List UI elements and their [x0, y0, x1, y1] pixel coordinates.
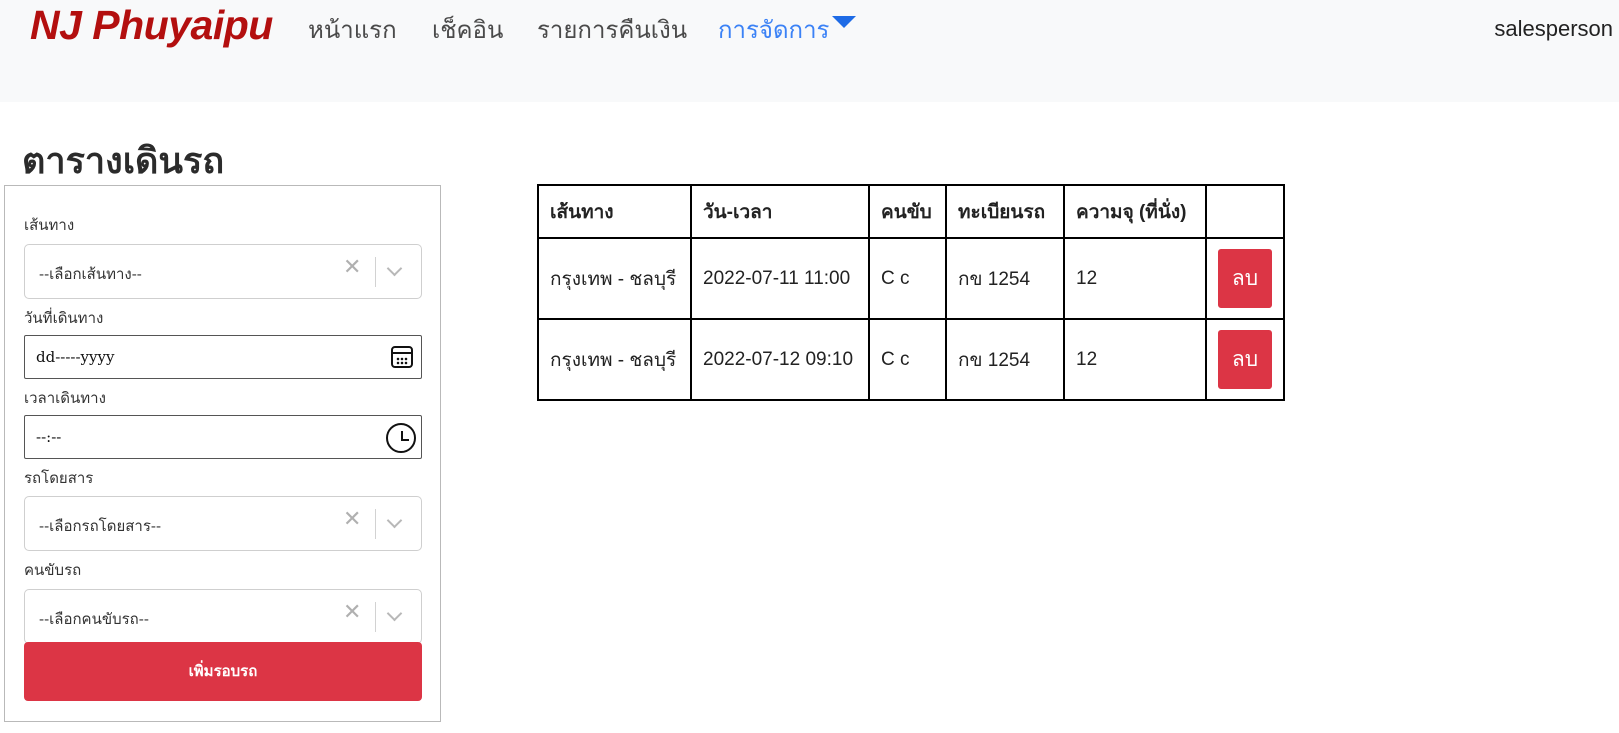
navbar: NJ Phuyaipu หน้าแรก เช็คอิน รายการคืนเงิ…: [0, 0, 1619, 102]
separator: [375, 509, 376, 539]
schedule-table: เส้นทาง วัน-เวลา คนขับ ทะเบียนรถ ความจุ …: [537, 184, 1285, 401]
time-label: เวลาเดินทาง: [24, 389, 106, 407]
page-title: ตารางเดินรถ: [22, 140, 225, 181]
route-select[interactable]: --เลือกเส้นทาง-- ✕: [24, 244, 422, 299]
driver-label: คนขับรถ: [24, 561, 82, 579]
cell-route: กรุงเทพ - ชลบุรี: [537, 318, 692, 401]
column-header-plate: ทะเบียนรถ: [945, 184, 1065, 239]
cell-plate: กข 1254: [945, 237, 1065, 320]
date-input[interactable]: dd-----yyyy: [24, 335, 422, 379]
cell-capacity: 12: [1063, 237, 1207, 320]
cell-plate: กข 1254: [945, 318, 1065, 401]
nav-link-checkin[interactable]: เช็คอิน: [432, 10, 503, 49]
table-row: กรุงเทพ - ชลบุรี 2022-07-11 11:00 C c กข…: [537, 237, 1285, 320]
bus-placeholder: --เลือกรถโดยสาร--: [39, 517, 162, 535]
bus-select[interactable]: --เลือกรถโดยสาร-- ✕: [24, 496, 422, 551]
cell-route: กรุงเทพ - ชลบุรี: [537, 237, 692, 320]
column-header-route: เส้นทาง: [537, 184, 692, 239]
separator: [375, 602, 376, 632]
column-header-capacity: ความจุ (ที่นั่ง): [1063, 184, 1207, 239]
cell-action: ลบ: [1205, 237, 1285, 320]
bus-label: รถโดยสาร: [24, 469, 94, 487]
column-header-datetime: วัน-เวลา: [690, 184, 870, 239]
calendar-icon[interactable]: [391, 346, 413, 368]
time-input[interactable]: --:--: [24, 415, 422, 459]
route-placeholder: --เลือกเส้นทาง--: [39, 265, 142, 283]
delete-button[interactable]: ลบ: [1218, 249, 1272, 308]
brand-logo[interactable]: NJ Phuyaipu: [30, 2, 273, 49]
chevron-down-icon[interactable]: [386, 512, 403, 529]
cell-datetime: 2022-07-11 11:00: [690, 237, 870, 320]
schedule-form: เส้นทาง --เลือกเส้นทาง-- ✕ วันที่เดินทาง…: [4, 185, 441, 722]
route-label: เส้นทาง: [24, 216, 75, 234]
column-header-driver: คนขับ: [868, 184, 947, 239]
cell-driver: C c: [868, 318, 947, 401]
add-trip-button[interactable]: เพิ่มรอบรถ: [24, 642, 422, 701]
column-header-action: [1205, 184, 1285, 239]
clear-icon[interactable]: ✕: [343, 509, 361, 531]
time-placeholder: --:--: [36, 428, 62, 446]
user-name[interactable]: salesperson: [1494, 16, 1613, 42]
clear-icon[interactable]: ✕: [343, 602, 361, 624]
chevron-down-icon[interactable]: [386, 605, 403, 622]
table-header-row: เส้นทาง วัน-เวลา คนขับ ทะเบียนรถ ความจุ …: [537, 184, 1285, 239]
nav-link-management[interactable]: การจัดการ: [718, 10, 829, 49]
nav-link-home[interactable]: หน้าแรก: [308, 10, 397, 49]
driver-select[interactable]: --เลือกคนขับรถ-- ✕: [24, 589, 422, 644]
cell-datetime: 2022-07-12 09:10: [690, 318, 870, 401]
nav-link-refunds[interactable]: รายการคืนเงิน: [537, 10, 687, 49]
cell-action: ลบ: [1205, 318, 1285, 401]
clock-icon[interactable]: [386, 423, 416, 453]
driver-placeholder: --เลือกคนขับรถ--: [39, 610, 149, 628]
cell-capacity: 12: [1063, 318, 1207, 401]
delete-button[interactable]: ลบ: [1218, 330, 1272, 389]
cell-driver: C c: [868, 237, 947, 320]
date-placeholder: dd-----yyyy: [36, 348, 115, 366]
table-row: กรุงเทพ - ชลบุรี 2022-07-12 09:10 C c กข…: [537, 318, 1285, 401]
chevron-down-icon[interactable]: [386, 260, 403, 277]
date-label: วันที่เดินทาง: [24, 309, 104, 327]
separator: [375, 257, 376, 287]
clear-icon[interactable]: ✕: [343, 257, 361, 279]
caret-down-icon[interactable]: [832, 16, 856, 28]
